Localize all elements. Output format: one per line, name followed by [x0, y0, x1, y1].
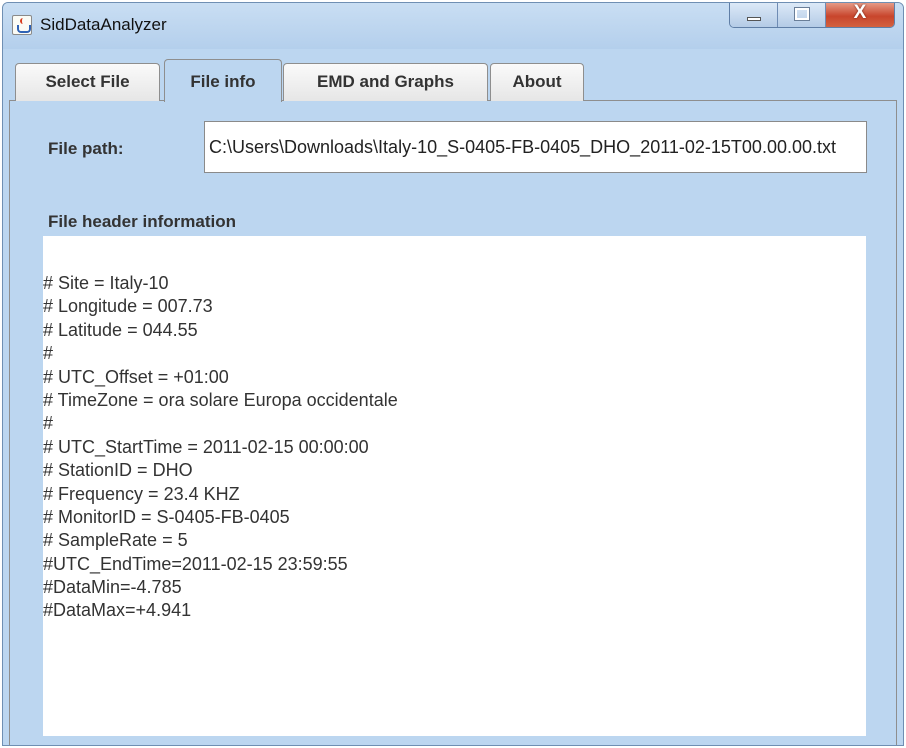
tab-file-info[interactable]: File info	[164, 59, 282, 102]
file-header-textarea[interactable]: # Site = Italy-10 # Longitude = 007.73 #…	[43, 236, 866, 736]
file-header-label: File header information	[48, 212, 236, 231]
java-app-icon	[12, 15, 32, 35]
header-line: # UTC_StartTime = 2011-02-15 00:00:00	[43, 436, 369, 457]
header-line: #UTC_EndTime=2011-02-15 23:59:55	[43, 553, 348, 574]
file-path-field[interactable]	[204, 121, 867, 173]
header-line: # Latitude = 044.55	[43, 319, 198, 340]
maximize-button[interactable]	[778, 3, 826, 27]
tab-select-file[interactable]: Select File	[15, 63, 160, 101]
tab-about[interactable]: About	[490, 63, 584, 101]
header-line: # Frequency = 23.4 KHZ	[43, 483, 240, 504]
tab-emd-and-graphs[interactable]: EMD and Graphs	[283, 63, 488, 101]
maximize-icon	[794, 7, 810, 21]
file-path-label: File path:	[48, 139, 124, 158]
app-window: SidDataAnalyzer X Select File File info …	[2, 2, 904, 746]
header-line: #DataMax=+4.941	[43, 600, 192, 621]
close-button[interactable]: X	[826, 3, 894, 27]
close-icon: X	[853, 3, 867, 23]
header-line: #DataMin=-4.785	[43, 577, 182, 598]
header-line: #	[43, 343, 54, 364]
header-line: # SampleRate = 5	[43, 530, 188, 551]
header-line: # MonitorID = S-0405-FB-0405	[43, 506, 290, 527]
header-line: # Site = Italy-10	[43, 273, 169, 293]
minimize-icon	[747, 17, 761, 21]
window-controls: X	[729, 3, 895, 28]
header-line: #	[43, 413, 54, 434]
tab-strip: Select File File info EMD and Graphs Abo…	[9, 59, 897, 102]
title-bar[interactable]: SidDataAnalyzer X	[3, 3, 903, 49]
header-line: # TimeZone = ora solare Europa occidenta…	[43, 389, 398, 410]
minimize-button[interactable]	[730, 3, 778, 27]
header-line: # UTC_Offset = +01:00	[43, 366, 229, 387]
window-title: SidDataAnalyzer	[40, 15, 167, 34]
header-line: # Longitude = 007.73	[43, 296, 213, 317]
header-line: # StationID = DHO	[43, 460, 193, 481]
